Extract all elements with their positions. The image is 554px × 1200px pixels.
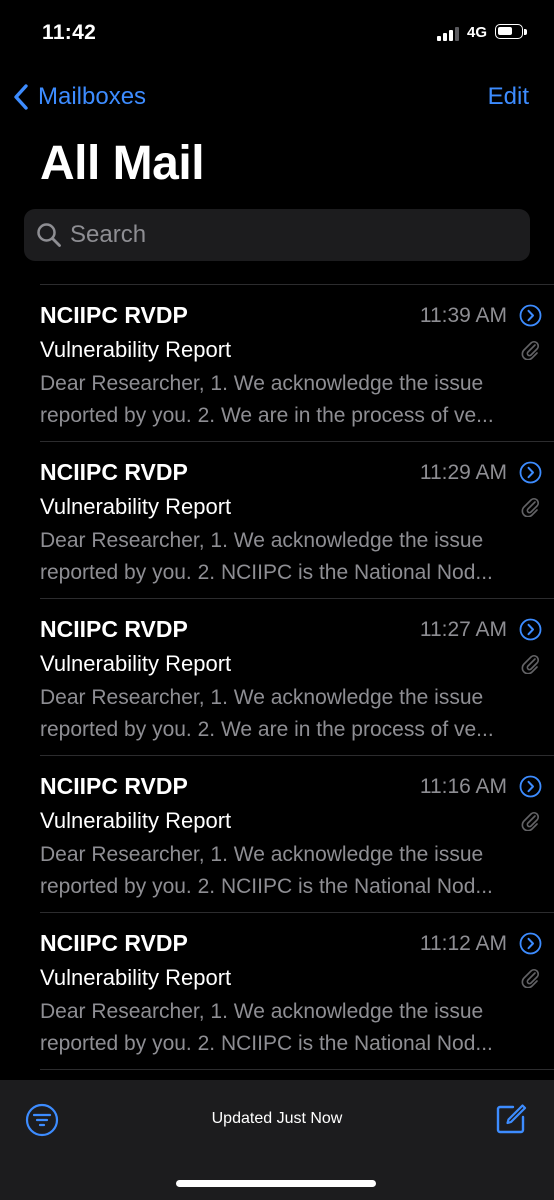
- mail-item[interactable]: NCIIPC RVDP 11:39 AM Vulnerability Repor…: [0, 285, 554, 442]
- mail-sender: NCIIPC RVDP: [40, 773, 188, 799]
- mail-item[interactable]: NCIIPC RVDP 11:16 AM Vulnerability Repor…: [0, 756, 554, 913]
- compose-icon[interactable]: [494, 1102, 528, 1136]
- search-bar[interactable]: [24, 209, 530, 261]
- back-button-label: Mailboxes: [38, 83, 147, 110]
- chevron-circle-right-icon[interactable]: [519, 618, 542, 641]
- home-indicator[interactable]: [176, 1180, 376, 1187]
- mail-preview-line: Dear Researcher, 1. We acknowledge the i…: [40, 529, 484, 552]
- mail-subject: Vulnerability Report: [40, 808, 232, 833]
- mail-preview-line: reported by you. 2. We are in the proces…: [40, 718, 494, 741]
- signal-bars-icon: [437, 27, 459, 41]
- chevron-circle-right-icon[interactable]: [519, 304, 542, 327]
- mail-item[interactable]: NCIIPC RVDP 11:29 AM Vulnerability Repor…: [0, 442, 554, 599]
- search-icon: [37, 223, 61, 247]
- mail-time: 11:27 AM: [419, 618, 507, 641]
- chevron-circle-right-icon[interactable]: [519, 775, 542, 798]
- mail-preview: Dear Researcher, 1. We acknowledge the i…: [40, 996, 532, 1060]
- mail-time: 11:12 AM: [419, 932, 507, 955]
- mail-preview-line: reported by you. 2. NCIIPC is the Nation…: [40, 1032, 493, 1055]
- network-type: 4G: [467, 24, 488, 41]
- mail-preview-line: Dear Researcher, 1. We acknowledge the i…: [40, 843, 484, 866]
- mail-subject: Vulnerability Report: [40, 494, 232, 519]
- mail-preview: Dear Researcher, 1. We acknowledge the i…: [40, 525, 532, 589]
- mail-preview: Dear Researcher, 1. We acknowledge the i…: [40, 682, 532, 746]
- chevron-circle-right-icon[interactable]: [519, 932, 542, 955]
- mail-item[interactable]: NCIIPC RVDP 11:12 AM Vulnerability Repor…: [0, 913, 554, 1070]
- paperclip-icon: [521, 968, 540, 988]
- mail-preview-line: reported by you. 2. We are in the proces…: [40, 404, 494, 427]
- mail-subject: Vulnerability Report: [40, 651, 232, 676]
- paperclip-icon: [521, 340, 540, 360]
- mail-preview-line: reported by you. 2. NCIIPC is the Nation…: [40, 875, 493, 898]
- status-bar: 11:42 4G: [0, 0, 554, 66]
- chevron-circle-right-icon[interactable]: [519, 461, 542, 484]
- page-title: All Mail: [40, 137, 205, 190]
- mail-preview-line: Dear Researcher, 1. We acknowledge the i…: [40, 1000, 484, 1023]
- mail-preview-line: Dear Researcher, 1. We acknowledge the i…: [40, 686, 484, 709]
- paperclip-icon: [521, 811, 540, 831]
- search-input[interactable]: [70, 221, 500, 249]
- mail-subject: Vulnerability Report: [40, 965, 232, 990]
- mail-preview: Dear Researcher, 1. We acknowledge the i…: [40, 839, 532, 903]
- mail-list: NCIIPC RVDP 11:39 AM Vulnerability Repor…: [0, 285, 554, 1070]
- paperclip-icon: [521, 497, 540, 517]
- edit-button[interactable]: Edit: [488, 80, 529, 114]
- mail-time: 11:29 AM: [419, 461, 507, 484]
- mail-sender: NCIIPC RVDP: [40, 302, 188, 328]
- mail-preview: Dear Researcher, 1. We acknowledge the i…: [40, 368, 532, 432]
- battery-icon: [495, 24, 523, 39]
- mail-time: 11:39 AM: [419, 304, 507, 327]
- mail-sender: NCIIPC RVDP: [40, 930, 188, 956]
- mail-preview-line: reported by you. 2. NCIIPC is the Nation…: [40, 561, 493, 584]
- mail-item[interactable]: NCIIPC RVDP 11:27 AM Vulnerability Repor…: [0, 599, 554, 756]
- mail-preview-line: Dear Researcher, 1. We acknowledge the i…: [40, 372, 484, 395]
- back-button[interactable]: Mailboxes: [12, 80, 146, 114]
- mail-subject: Vulnerability Report: [40, 337, 232, 362]
- update-status: Updated Just Now: [211, 1110, 343, 1127]
- status-time: 11:42: [42, 21, 97, 44]
- mail-time: 11:16 AM: [419, 775, 507, 798]
- chevron-left-icon: [14, 84, 28, 110]
- mail-sender: NCIIPC RVDP: [40, 616, 188, 642]
- battery-tip: [524, 29, 527, 35]
- mail-sender: NCIIPC RVDP: [40, 459, 188, 485]
- paperclip-icon: [521, 654, 540, 674]
